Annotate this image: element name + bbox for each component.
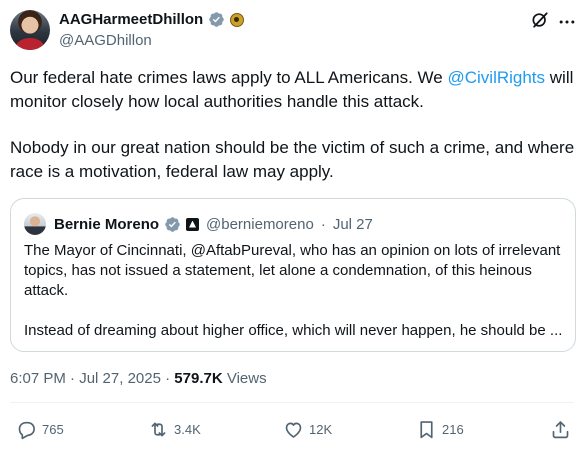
more-icon xyxy=(559,20,575,24)
reply-count: 765 xyxy=(42,422,64,437)
tweet-time[interactable]: 6:07 PM xyxy=(10,370,66,387)
tweet-paragraph-1: Our federal hate crimes laws apply to AL… xyxy=(10,66,576,114)
quoted-author-name[interactable]: Bernie Moreno xyxy=(54,216,159,233)
repost-button[interactable]: 3.4K xyxy=(148,419,201,440)
verified-badge-icon[interactable] xyxy=(164,216,181,233)
author-handle[interactable]: @AAGDhillon xyxy=(59,32,152,49)
divider xyxy=(10,402,574,403)
share-icon xyxy=(552,421,569,439)
verified-badge-icon[interactable] xyxy=(208,11,225,28)
share-button[interactable] xyxy=(550,419,571,440)
quoted-author-handle[interactable]: @berniemoreno xyxy=(206,216,314,233)
author-avatar[interactable] xyxy=(10,10,50,50)
tweet-date[interactable]: Jul 27, 2025 xyxy=(79,370,161,387)
meta-separator: · xyxy=(165,370,171,387)
mention-link[interactable]: @CivilRights xyxy=(447,68,545,87)
more-button[interactable] xyxy=(557,12,577,32)
views-count: 579.7K xyxy=(174,370,223,387)
grok-icon[interactable] xyxy=(530,10,550,30)
tweet-paragraph-2: Nobody in our great nation should be the… xyxy=(10,138,575,181)
reply-icon xyxy=(18,421,35,440)
quoted-author-avatar[interactable] xyxy=(24,213,46,235)
author-display-name[interactable]: AAGHarmeetDhillon xyxy=(59,11,203,28)
tweet-text: Our federal hate crimes laws apply to AL… xyxy=(10,66,576,206)
author-name-row: AAGHarmeetDhillon xyxy=(59,11,245,28)
quoted-date[interactable]: Jul 27 xyxy=(333,216,373,233)
tweet-text-prefix: Our federal hate crimes laws apply to AL… xyxy=(10,68,448,87)
quoted-tweet-text: The Mayor of Cincinnati, @AftabPureval, … xyxy=(24,241,569,361)
repost-icon xyxy=(151,422,166,437)
bookmark-count: 216 xyxy=(442,422,464,437)
quoted-paragraph-2: Instead of dreaming about higher office,… xyxy=(24,322,563,339)
like-icon xyxy=(285,422,302,438)
like-button[interactable]: 12K xyxy=(283,419,332,440)
bookmark-icon xyxy=(420,421,433,439)
views-label: Views xyxy=(226,370,267,387)
like-count: 12K xyxy=(309,422,333,437)
repost-count: 3.4K xyxy=(174,422,201,437)
quoted-tweet-card[interactable]: Bernie Moreno @berniemoreno · Jul 27 The… xyxy=(10,198,576,352)
quoted-dot-separator: · xyxy=(320,215,326,233)
action-bar: 765 3.4K 12K 216 xyxy=(0,419,584,445)
bookmark-button[interactable]: 216 xyxy=(416,419,464,440)
tweet-meta: 6:07 PM · Jul 27, 2025 · 579.7K Views xyxy=(10,370,267,387)
meta-separator: · xyxy=(70,370,76,387)
affiliate-seal-icon[interactable] xyxy=(230,12,245,27)
quoted-tweet-header: Bernie Moreno @berniemoreno · Jul 27 xyxy=(24,213,373,235)
quoted-paragraph-1: The Mayor of Cincinnati, @AftabPureval, … xyxy=(24,242,561,299)
reply-button[interactable]: 765 xyxy=(16,419,64,440)
senate-affiliation-icon[interactable] xyxy=(186,217,200,231)
